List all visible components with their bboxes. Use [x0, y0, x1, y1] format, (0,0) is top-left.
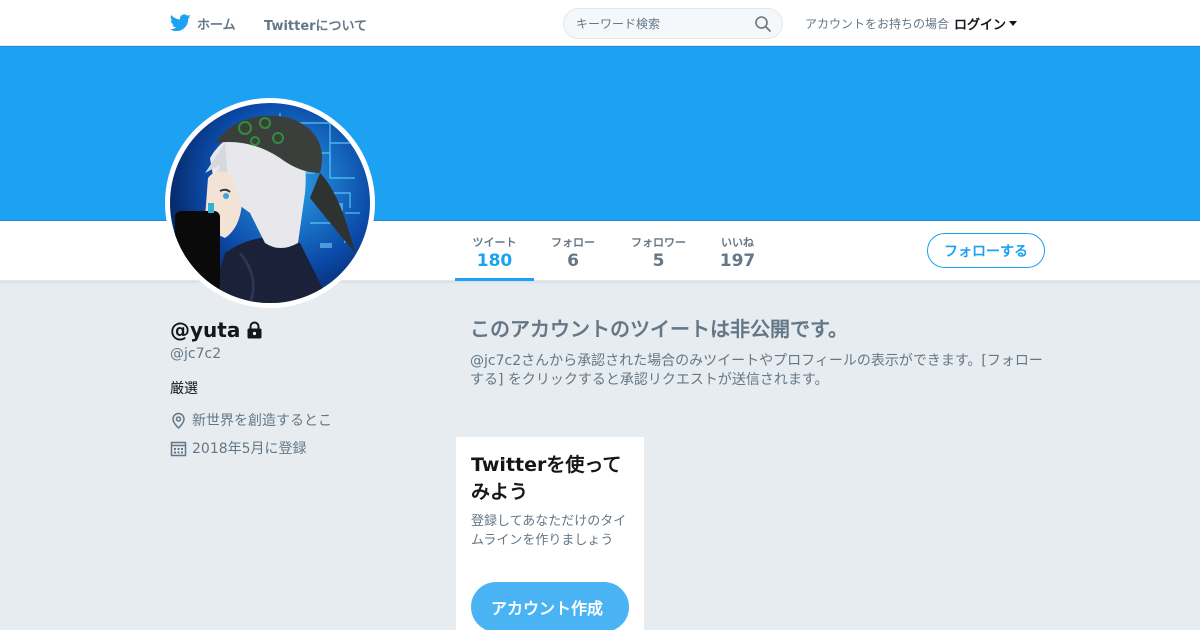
create-account-button[interactable]: アカウント作成	[471, 582, 629, 630]
nav-home-link[interactable]: ホーム	[170, 13, 236, 33]
profile-bio: 厳選	[170, 381, 198, 397]
login-dropdown[interactable]: ログイン	[954, 14, 1018, 33]
protected-description: @jc7c2さんから承認された場合のみツイートやプロフィールの表示ができます。[…	[470, 353, 1043, 388]
profile-joined: 2018年5月に登録	[170, 438, 307, 458]
profile-location-text: 新世界を創造するとこ	[192, 413, 332, 429]
follow-button[interactable]: フォローする	[927, 233, 1045, 268]
nav-about-link[interactable]: Twitterについて	[264, 15, 367, 34]
search-box	[563, 8, 783, 39]
calendar-icon	[170, 441, 187, 456]
stat-followers-label: フォロワー	[631, 236, 686, 249]
signup-card-description: 登録してあなただけのタイムラインを作りましょう	[471, 514, 627, 548]
stat-likes-label: いいね	[721, 236, 754, 249]
avatar[interactable]	[165, 98, 375, 308]
search-input[interactable]	[576, 15, 746, 33]
stat-tweets-label: ツイート	[472, 236, 517, 249]
profile-name-text: @yuta	[170, 318, 241, 342]
signup-card-title: Twitterを使ってみよう	[471, 454, 622, 503]
stat-following[interactable]: フォロー 6	[540, 221, 606, 281]
search-icon[interactable]	[754, 15, 772, 33]
twitter-bird-icon	[170, 14, 191, 32]
lock-icon	[247, 321, 262, 339]
stat-followers-value: 5	[652, 251, 665, 271]
stat-likes[interactable]: いいね 197	[710, 221, 765, 281]
avatar-image	[170, 103, 370, 303]
profile-joined-text: 2018年5月に登録	[192, 441, 307, 457]
stat-likes-value: 197	[719, 251, 756, 271]
stat-following-label: フォロー	[551, 236, 595, 249]
stat-following-value: 6	[567, 251, 579, 271]
profile-name: @yuta	[170, 318, 263, 342]
caret-down-icon	[1009, 21, 1018, 26]
top-navigation: ホーム Twitterについて アカウントをお持ちの場合 ログイン	[0, 0, 1200, 46]
profile-handle[interactable]: @jc7c2	[170, 346, 221, 362]
stat-tweets-value: 180	[476, 251, 513, 271]
login-label: ログイン	[954, 18, 1007, 33]
stat-tweets[interactable]: ツイート 180	[455, 221, 534, 281]
profile-location: 新世界を創造するとこ	[170, 410, 332, 430]
nav-home-label: ホーム	[197, 17, 236, 33]
login-prompt-text: アカウントをお持ちの場合	[805, 17, 950, 31]
stat-followers[interactable]: フォロワー 5	[620, 221, 697, 281]
protected-title: このアカウントのツイートは非公開です。	[470, 317, 848, 341]
signup-card: Twitterを使ってみよう 登録してあなただけのタイムラインを作りましょう ア…	[456, 437, 644, 630]
location-pin-icon	[172, 412, 185, 429]
